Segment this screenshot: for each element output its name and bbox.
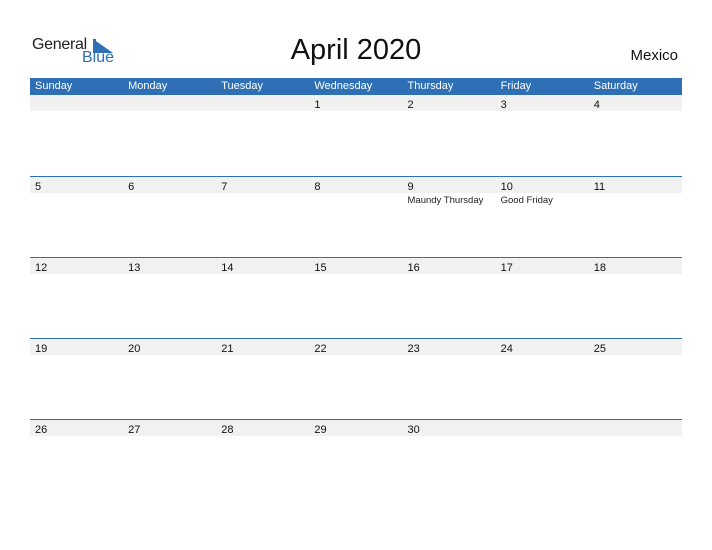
date-band: 5 6 7 8 9 Maundy Thursday 10 Good Friday 11 (30, 177, 682, 206)
day-number: 7 (221, 181, 228, 193)
day-number: 23 (407, 343, 420, 355)
day-cell: 23 (403, 339, 496, 355)
day-cell: 13 (123, 258, 216, 274)
day-cell (30, 95, 123, 111)
day-cell (123, 95, 216, 111)
date-band: 26 27 28 29 30 (30, 420, 682, 436)
weekday-sunday: Sunday (35, 80, 73, 92)
day-cell: 25 (589, 339, 682, 355)
weekday-tuesday: Tuesday (221, 80, 264, 92)
day-number: 24 (500, 343, 513, 355)
day-number: 30 (407, 424, 420, 436)
day-number: 16 (407, 262, 420, 274)
day-number: 22 (314, 343, 327, 355)
week-row: 19 20 21 22 23 24 25 (30, 338, 682, 419)
day-number: 1 (314, 99, 321, 111)
weekday-thursday: Thursday (407, 80, 454, 92)
day-cell: 3 (496, 95, 589, 111)
weekday-saturday: Saturday (593, 80, 638, 92)
day-cell: 5 (30, 177, 123, 193)
calendar-grid: Sunday Monday Tuesday Wednesday Thursday… (30, 78, 682, 500)
day-number: 8 (314, 181, 321, 193)
day-cell: 27 (123, 420, 216, 436)
date-band: 12 13 14 15 16 17 18 (30, 258, 682, 274)
day-number: 26 (35, 424, 48, 436)
day-cell: 7 (216, 177, 309, 193)
day-cell: 1 (309, 95, 402, 111)
weekday-monday: Monday (128, 80, 168, 92)
day-number: 9 (407, 181, 414, 193)
day-number: 15 (314, 262, 327, 274)
day-number: 6 (128, 181, 135, 193)
day-number: 29 (314, 424, 327, 436)
day-cell: 2 (403, 95, 496, 111)
day-cell: 22 (309, 339, 402, 355)
day-number: 3 (500, 99, 507, 111)
day-cell: 14 (216, 258, 309, 274)
week-row: 5 6 7 8 9 Maundy Thursday 10 Good Friday 11 (30, 176, 682, 257)
day-cell: 28 (216, 420, 309, 436)
day-cell: 16 (403, 258, 496, 274)
day-cell: 9 Maundy Thursday (403, 177, 496, 206)
day-cell: 26 (30, 420, 123, 436)
day-number: 19 (35, 343, 48, 355)
weeks-container: 1 2 3 4 5 6 7 8 9 Maundy Thursday 10 Good Friday 11 1… (30, 95, 682, 500)
day-number: 20 (128, 343, 141, 355)
day-number: 27 (128, 424, 141, 436)
date-band: 1 2 3 4 (30, 95, 682, 111)
day-number: 18 (593, 262, 606, 274)
day-cell: 10 Good Friday (496, 177, 589, 206)
day-number: 13 (128, 262, 141, 274)
day-cell: 11 (589, 177, 682, 193)
day-cell: 15 (309, 258, 402, 274)
country-label: Mexico (630, 47, 678, 64)
day-cell: 21 (216, 339, 309, 355)
day-number: 10 (500, 181, 513, 193)
day-cell: 29 (309, 420, 402, 436)
holiday-label: Maundy Thursday (407, 195, 484, 206)
day-cell (589, 420, 682, 436)
day-number: 28 (221, 424, 234, 436)
day-number: 17 (500, 262, 513, 274)
day-number: 12 (35, 262, 48, 274)
day-number: 14 (221, 262, 234, 274)
day-number: 25 (593, 343, 606, 355)
day-cell: 12 (30, 258, 123, 274)
day-cell: 19 (30, 339, 123, 355)
day-cell: 8 (309, 177, 402, 193)
day-cell: 17 (496, 258, 589, 274)
week-row: 12 13 14 15 16 17 18 (30, 257, 682, 338)
weekday-wednesday: Wednesday (314, 80, 373, 92)
day-number: 5 (35, 181, 42, 193)
holiday-label: Good Friday (500, 195, 553, 206)
day-cell (216, 95, 309, 111)
weekday-friday: Friday (500, 80, 532, 92)
day-cell: 18 (589, 258, 682, 274)
day-cell: 24 (496, 339, 589, 355)
day-number: 2 (407, 99, 414, 111)
page-title: April 2020 (290, 34, 422, 66)
weekday-header: Sunday Monday Tuesday Wednesday Thursday… (30, 78, 682, 95)
date-band: 19 20 21 22 23 24 25 (30, 339, 682, 355)
day-number: 21 (221, 343, 234, 355)
day-number: 4 (593, 99, 600, 111)
day-cell (496, 420, 589, 436)
day-cell: 20 (123, 339, 216, 355)
week-row: 26 27 28 29 30 (30, 419, 682, 500)
day-cell: 6 (123, 177, 216, 193)
day-number: 11 (593, 181, 606, 193)
day-cell: 4 (589, 95, 682, 111)
week-row: 1 2 3 4 (30, 95, 682, 176)
day-cell: 30 (403, 420, 496, 436)
